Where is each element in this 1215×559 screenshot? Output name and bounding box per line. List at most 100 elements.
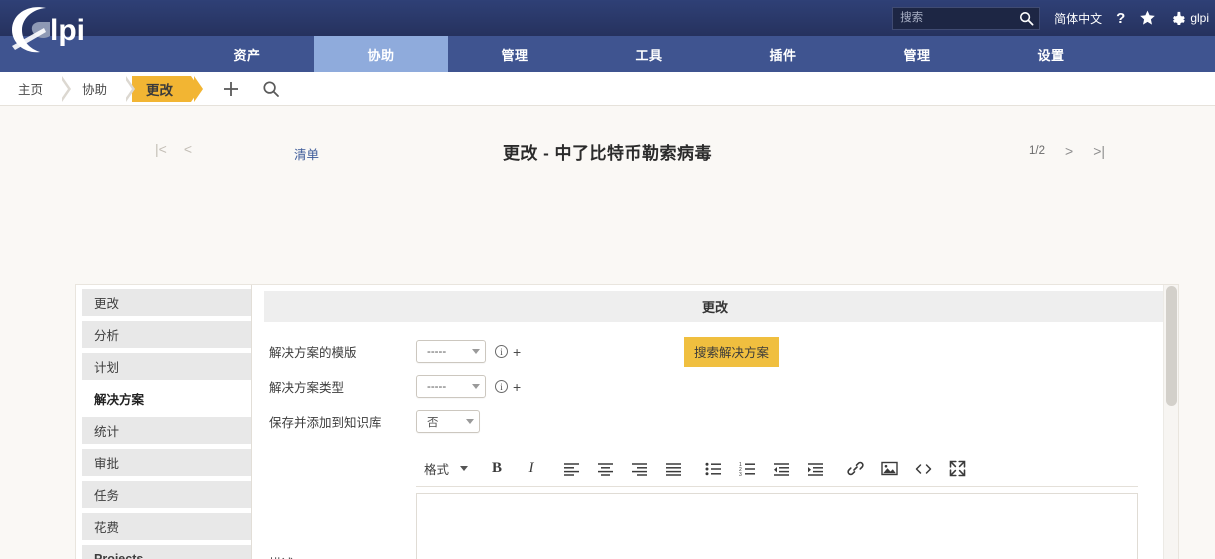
- glpi-logo[interactable]: lpi: [6, 2, 110, 58]
- content-area: 更改 分析 计划 解决方案 统计 审批 任务 花费 Projects 更改 解决…: [75, 284, 1179, 559]
- form-panel-title: 更改: [264, 291, 1166, 322]
- sidebar-item-projects[interactable]: Projects: [82, 545, 251, 559]
- user-name: glpi: [1190, 11, 1209, 25]
- solution-type-label: 解决方案类型: [269, 381, 345, 395]
- outdent-icon[interactable]: [764, 454, 798, 484]
- svg-text:3: 3: [739, 471, 742, 475]
- title-row: |< < 清单 更改 - 中了比特币勒索病毒 1/2 > >|: [0, 106, 1215, 166]
- gear-icon[interactable]: [1170, 11, 1186, 26]
- maximize-icon[interactable]: [940, 454, 974, 484]
- breadcrumb: 主页 协助 更改: [0, 72, 1215, 106]
- info-icon[interactable]: i: [495, 345, 508, 358]
- bulleted-list-icon[interactable]: [696, 454, 730, 484]
- nav-admin[interactable]: 管理: [850, 36, 984, 72]
- breadcrumb-item-assistance[interactable]: 协助: [68, 75, 136, 102]
- save-to-kb-select[interactable]: 否: [416, 410, 480, 433]
- link-icon[interactable]: [838, 454, 872, 484]
- last-record-arrow[interactable]: >|: [1093, 144, 1105, 158]
- search-icon[interactable]: [1019, 11, 1034, 26]
- sidebar-item-label: Projects: [94, 551, 144, 559]
- sidebar-item-change[interactable]: 更改: [82, 289, 251, 316]
- item-tabs-sidebar: 更改 分析 计划 解决方案 统计 审批 任务 花费 Projects: [76, 285, 252, 559]
- sidebar-item-label: 任务: [94, 489, 120, 503]
- svg-text:lpi: lpi: [50, 14, 85, 47]
- italic-icon[interactable]: I: [514, 454, 548, 484]
- search-input[interactable]: [893, 7, 1040, 29]
- top-bar: lpi 简体中文 ? glpi: [0, 0, 1215, 53]
- search-icon[interactable]: [262, 80, 280, 98]
- nav-assistance[interactable]: 协助: [314, 36, 448, 72]
- save-to-kb-value: 否: [427, 416, 439, 429]
- nav-management[interactable]: 管理: [448, 36, 582, 72]
- field-row-solution-type: 解决方案类型 ----- i +: [264, 369, 1166, 404]
- chevron-down-icon: [472, 349, 480, 354]
- help-icon[interactable]: ?: [1116, 11, 1125, 26]
- bold-icon[interactable]: B: [480, 454, 514, 484]
- sidebar-item-task[interactable]: 任务: [82, 481, 251, 508]
- breadcrumb-item-home[interactable]: 主页: [4, 75, 72, 102]
- chevron-down-icon: [460, 466, 469, 471]
- add-icon[interactable]: +: [513, 345, 521, 359]
- solution-template-helpers: i +: [495, 345, 521, 359]
- save-to-kb-label: 保存并添加到知识库: [269, 416, 382, 430]
- rich-text-editor: 格式 B I 1 2 3: [416, 451, 1138, 559]
- favorites-star-icon[interactable]: [1139, 10, 1156, 26]
- sidebar-item-plan[interactable]: 计划: [82, 353, 251, 380]
- search-solution-button[interactable]: 搜索解决方案: [684, 337, 780, 367]
- page-body: |< < 清单 更改 - 中了比特币勒索病毒 1/2 > >| 更改 分析 计划…: [0, 106, 1215, 559]
- format-dropdown-label: 格式: [424, 463, 450, 477]
- sidebar-item-label: 解决方案: [94, 393, 145, 407]
- align-right-icon[interactable]: [622, 454, 656, 484]
- breadcrumb-actions: [222, 80, 280, 98]
- main-navigation: 资产 协助 管理 工具 插件 管理 设置: [0, 36, 1215, 72]
- solution-template-value: -----: [427, 345, 447, 358]
- sidebar-item-label: 更改: [94, 297, 120, 311]
- description-label: 描述: [264, 451, 416, 559]
- align-justify-icon[interactable]: [656, 454, 690, 484]
- sidebar-item-label: 统计: [94, 425, 120, 439]
- header-right-tools: 简体中文 ? glpi: [892, 0, 1209, 36]
- sidebar-item-approval[interactable]: 审批: [82, 449, 251, 476]
- sidebar-item-cost[interactable]: 花费: [82, 513, 251, 540]
- solution-template-select[interactable]: -----: [416, 340, 486, 363]
- nav-assets[interactable]: 资产: [180, 36, 314, 72]
- next-record-arrow[interactable]: >: [1065, 144, 1073, 158]
- solution-type-value: -----: [427, 380, 447, 393]
- record-nav-next-group: 1/2 > >|: [1029, 144, 1105, 158]
- sidebar-item-label: 分析: [94, 329, 120, 343]
- breadcrumb-item-changes[interactable]: 更改: [132, 75, 204, 102]
- sidebar-item-statistics[interactable]: 统计: [82, 417, 251, 444]
- solution-type-helpers: i +: [495, 380, 521, 394]
- page-indicator: 1/2: [1029, 145, 1045, 157]
- field-row-solution-template: 解决方案的模版 ----- i + 搜索解决方案: [264, 334, 1166, 369]
- nav-plugins[interactable]: 插件: [716, 36, 850, 72]
- sidebar-item-analysis[interactable]: 分析: [82, 321, 251, 348]
- align-left-icon[interactable]: [554, 454, 588, 484]
- editor-toolbar: 格式 B I 1 2 3: [416, 451, 1138, 487]
- image-icon[interactable]: [872, 454, 906, 484]
- add-icon[interactable]: [222, 80, 240, 98]
- solution-type-select[interactable]: -----: [416, 375, 486, 398]
- add-icon[interactable]: +: [513, 380, 521, 394]
- format-dropdown[interactable]: 格式: [418, 459, 480, 478]
- sidebar-item-solution[interactable]: 解决方案: [82, 385, 251, 412]
- field-row-save-to-kb: 保存并添加到知识库 否: [264, 404, 1166, 439]
- scrollbar-thumb[interactable]: [1166, 286, 1177, 406]
- vertical-scrollbar[interactable]: [1163, 285, 1178, 559]
- sidebar-item-label: 花费: [94, 521, 120, 535]
- align-center-icon[interactable]: [588, 454, 622, 484]
- nav-settings[interactable]: 设置: [984, 36, 1118, 72]
- description-textarea[interactable]: [416, 493, 1138, 559]
- global-search[interactable]: [892, 6, 1041, 30]
- sidebar-item-label: 计划: [94, 361, 120, 375]
- solution-form-panel: 更改 解决方案的模版 ----- i + 搜索解决方案 解决方案类型 -----: [252, 285, 1178, 559]
- indent-icon[interactable]: [798, 454, 832, 484]
- info-icon[interactable]: i: [495, 380, 508, 393]
- chevron-down-icon: [472, 384, 480, 389]
- numbered-list-icon[interactable]: 1 2 3: [730, 454, 764, 484]
- language-selector[interactable]: 简体中文: [1054, 10, 1102, 27]
- user-menu[interactable]: glpi: [1170, 11, 1209, 26]
- nav-tools[interactable]: 工具: [582, 36, 716, 72]
- source-code-icon[interactable]: [906, 454, 940, 484]
- sidebar-item-label: 审批: [94, 457, 120, 471]
